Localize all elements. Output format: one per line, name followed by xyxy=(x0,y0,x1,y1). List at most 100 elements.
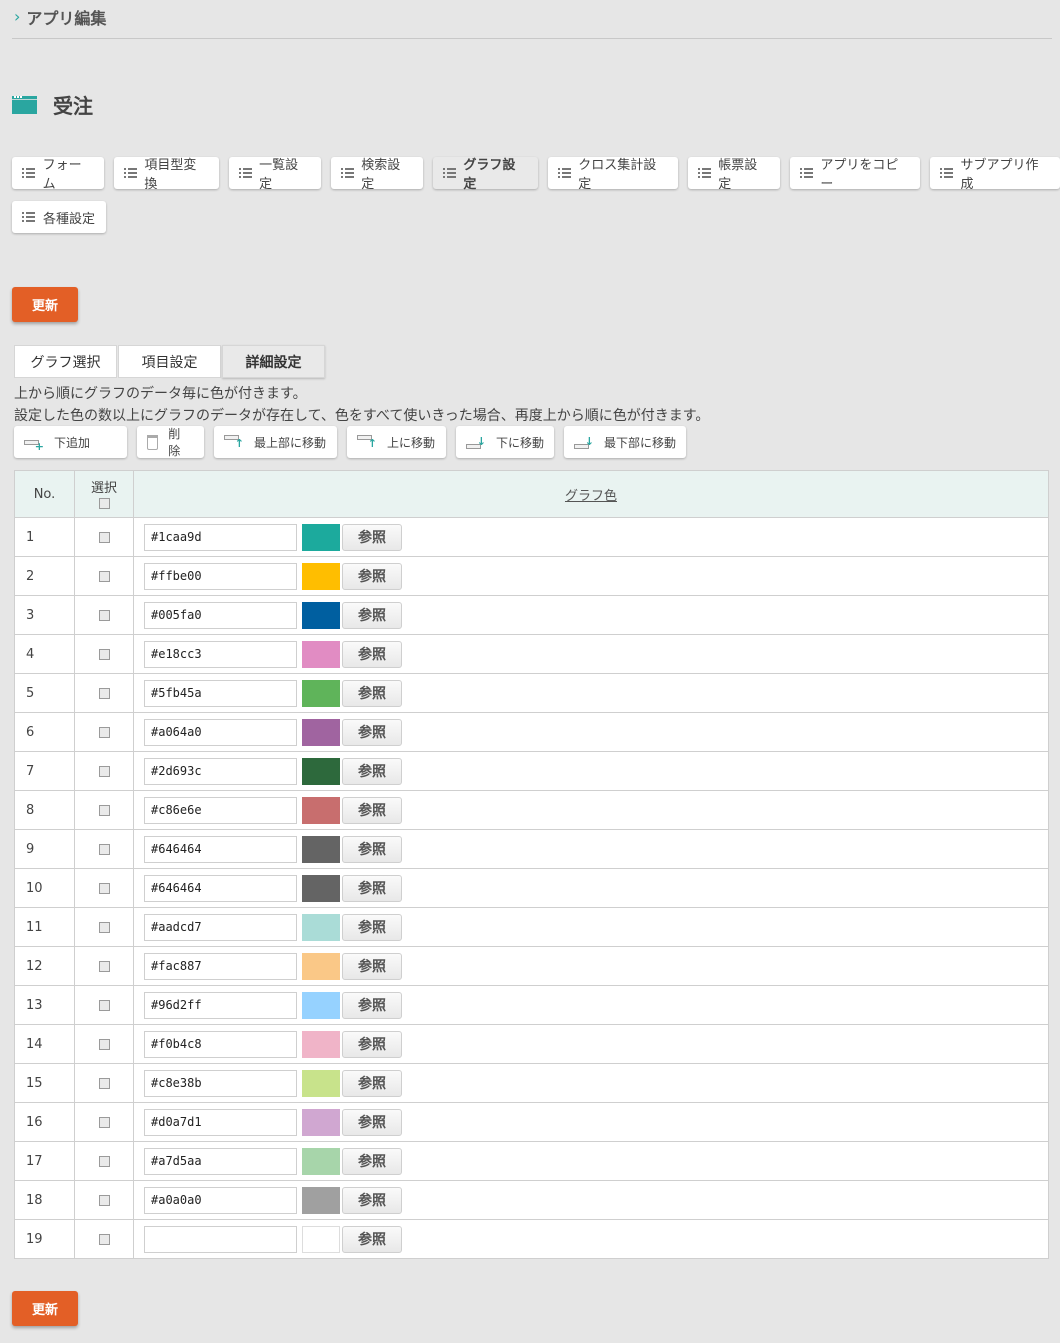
row-checkbox[interactable] xyxy=(98,648,110,660)
table-row: 14 #f0b4c8 参照 xyxy=(14,1024,1049,1064)
color-hex-input[interactable] xyxy=(144,1225,297,1253)
color-picker-button[interactable]: 参照 xyxy=(342,835,402,863)
tab-detail-settings[interactable]: 詳細設定 xyxy=(222,345,325,378)
row-checkbox[interactable] xyxy=(98,1116,110,1128)
row-checkbox[interactable] xyxy=(98,1038,110,1050)
select-all-checkbox[interactable] xyxy=(98,498,110,509)
tab-item-settings[interactable]: 項目設定 xyxy=(118,345,221,378)
color-picker-button[interactable]: 参照 xyxy=(342,874,402,902)
delete-button[interactable]: 削 除 xyxy=(137,426,204,458)
nav-button-row1-8[interactable]: サブアプリ作成 xyxy=(929,157,1060,192)
color-hex-input[interactable]: #646464 xyxy=(144,874,297,902)
move-down-button[interactable]: ↓ 下に移動 xyxy=(456,426,554,458)
color-hex-input[interactable]: #5fb45a xyxy=(144,679,297,707)
list-icon xyxy=(557,168,571,178)
color-picker-button[interactable]: 参照 xyxy=(342,1030,402,1058)
row-select-cell xyxy=(74,946,134,986)
row-checkbox[interactable] xyxy=(98,687,110,699)
row-checkbox[interactable] xyxy=(98,1155,110,1167)
update-button-bottom[interactable]: 更新 xyxy=(12,1291,78,1326)
nav-button-row1-0[interactable]: フォーム xyxy=(12,157,104,192)
table-row: 3 #005fa0 参照 xyxy=(14,595,1049,635)
nav-button-row1-2[interactable]: 一覧設定 xyxy=(228,157,321,192)
color-hex-input[interactable]: #a064a0 xyxy=(144,718,297,746)
color-picker-button[interactable]: 参照 xyxy=(342,601,402,629)
move-bottom-button[interactable]: ↓ 最下部に移動 xyxy=(564,426,686,458)
color-picker-button[interactable]: 参照 xyxy=(342,1069,402,1097)
list-icon xyxy=(697,168,711,178)
color-picker-button[interactable]: 参照 xyxy=(342,1186,402,1214)
row-checkbox[interactable] xyxy=(98,921,110,933)
nav-button-row1-4[interactable]: グラフ設定 xyxy=(432,157,538,192)
move-up-button[interactable]: ↑ 上に移動 xyxy=(347,426,446,458)
nav-button-row1-7[interactable]: アプリをコピー xyxy=(789,157,920,192)
breadcrumb-label[interactable]: アプリ編集 xyxy=(26,5,106,29)
color-hex-input[interactable]: #96d2ff xyxy=(144,991,297,1019)
color-hex-input[interactable]: #c8e38b xyxy=(144,1069,297,1097)
row-checkbox[interactable] xyxy=(98,570,110,582)
row-checkbox[interactable] xyxy=(98,882,110,894)
color-hex-input[interactable]: #2d693c xyxy=(144,757,297,785)
row-number: 8 xyxy=(14,790,75,830)
color-hex-input[interactable]: #a7d5aa xyxy=(144,1147,297,1175)
color-hex-input[interactable]: #ffbe00 xyxy=(144,562,297,590)
row-checkbox[interactable] xyxy=(98,843,110,855)
row-select-cell xyxy=(74,712,134,752)
color-picker-button[interactable]: 参照 xyxy=(342,1225,402,1253)
nav-button-row1-3[interactable]: 検索設定 xyxy=(330,157,423,192)
color-picker-button[interactable]: 参照 xyxy=(342,1147,402,1175)
nav-button-row1-6[interactable]: 帳票設定 xyxy=(687,157,780,192)
color-picker-button[interactable]: 参照 xyxy=(342,523,402,551)
table-row: 4 #e18cc3 参照 xyxy=(14,634,1049,674)
color-hex-input[interactable]: #e18cc3 xyxy=(144,640,297,668)
row-checkbox[interactable] xyxy=(98,804,110,816)
list-icon xyxy=(442,168,456,178)
color-hex-input[interactable]: #c86e6e xyxy=(144,796,297,824)
color-picker-button[interactable]: 参照 xyxy=(342,991,402,1019)
color-picker-button[interactable]: 参照 xyxy=(342,718,402,746)
color-picker-button[interactable]: 参照 xyxy=(342,757,402,785)
row-checkbox[interactable] xyxy=(98,765,110,777)
row-select-cell xyxy=(74,985,134,1025)
row-checkbox[interactable] xyxy=(98,1077,110,1089)
row-checkbox[interactable] xyxy=(98,960,110,972)
nav-button-label: 項目型変換 xyxy=(144,158,197,192)
nav-button-row2-0[interactable]: 各種設定 xyxy=(12,201,107,233)
add-row-icon: + xyxy=(24,435,44,452)
color-hex-input[interactable]: #005fa0 xyxy=(144,601,297,629)
tab-graph-select[interactable]: グラフ選択 xyxy=(14,345,117,378)
row-checkbox[interactable] xyxy=(98,1233,110,1245)
color-hex-input[interactable]: #fac887 xyxy=(144,952,297,980)
list-icon xyxy=(123,168,137,178)
settings-nav-row-1: フォーム 項目型変換 一覧設定 検索設定 グラフ設定 クロス集計設定 帳票設定 アプリをコピー… xyxy=(12,157,1060,192)
row-number: 17 xyxy=(14,1141,75,1181)
row-checkbox[interactable] xyxy=(98,999,110,1011)
color-hex-input[interactable]: #a0a0a0 xyxy=(144,1186,297,1214)
row-number: 19 xyxy=(14,1219,75,1259)
row-checkbox[interactable] xyxy=(98,609,110,621)
color-picker-button[interactable]: 参照 xyxy=(342,679,402,707)
row-checkbox[interactable] xyxy=(98,531,110,543)
row-checkbox[interactable] xyxy=(98,1194,110,1206)
color-hex-input[interactable]: #d0a7d1 xyxy=(144,1108,297,1136)
color-hex-input[interactable]: #f0b4c8 xyxy=(144,1030,297,1058)
header-graph-color[interactable]: グラフ色 xyxy=(133,470,1049,518)
color-hex-input[interactable]: #1caa9d xyxy=(144,523,297,551)
row-checkbox[interactable] xyxy=(98,726,110,738)
color-hex-input[interactable]: #aadcd7 xyxy=(144,913,297,941)
color-picker-button[interactable]: 参照 xyxy=(342,913,402,941)
nav-button-row1-5[interactable]: クロス集計設定 xyxy=(547,157,678,192)
color-hex-input[interactable]: #646464 xyxy=(144,835,297,863)
color-picker-button[interactable]: 参照 xyxy=(342,796,402,824)
color-picker-button[interactable]: 参照 xyxy=(342,1108,402,1136)
add-below-button[interactable]: + 下追加 xyxy=(14,426,127,458)
color-picker-button[interactable]: 参照 xyxy=(342,562,402,590)
update-button-top[interactable]: 更新 xyxy=(12,287,78,322)
row-select-cell xyxy=(74,673,134,713)
color-picker-button[interactable]: 参照 xyxy=(342,640,402,668)
move-top-button[interactable]: ↑ 最上部に移動 xyxy=(214,426,337,458)
nav-button-label: アプリをコピー xyxy=(820,158,899,192)
color-swatch xyxy=(302,874,340,902)
nav-button-row1-1[interactable]: 項目型変換 xyxy=(113,157,219,192)
color-picker-button[interactable]: 参照 xyxy=(342,952,402,980)
